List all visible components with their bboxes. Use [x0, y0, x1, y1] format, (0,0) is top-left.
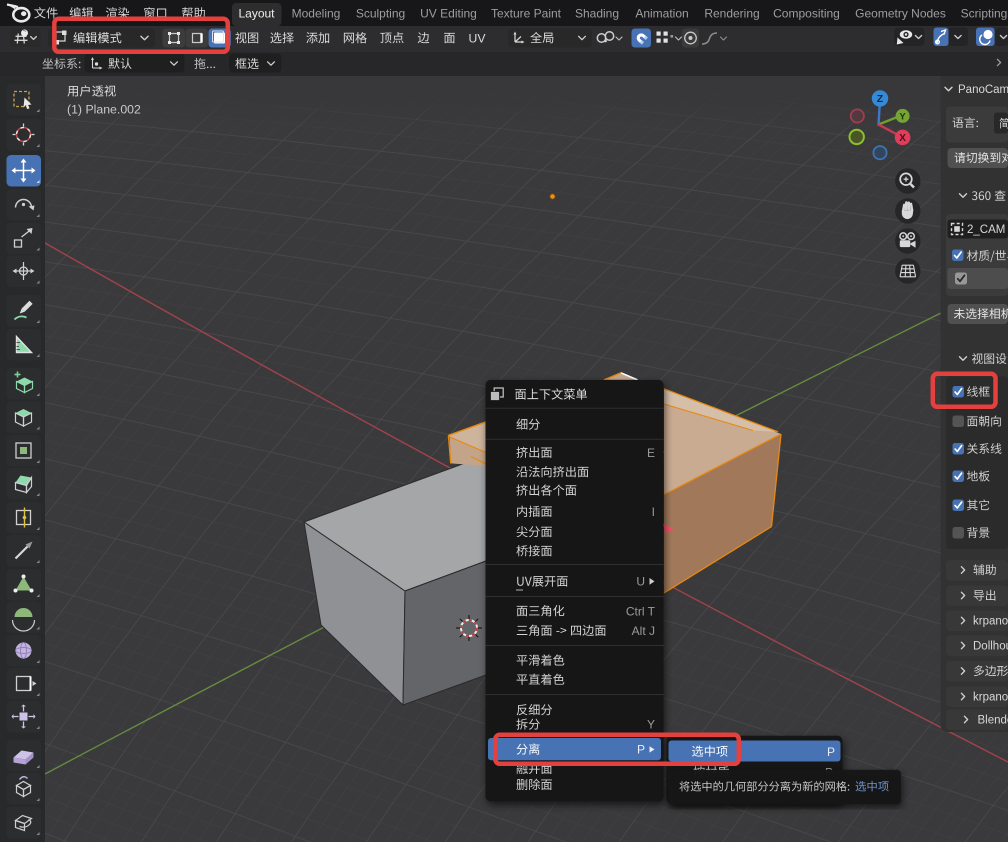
svg-text:Ctrl T: Ctrl T	[626, 604, 656, 618]
svg-text:Modeling: Modeling	[292, 7, 341, 21]
svg-text:(1) Plane.002: (1) Plane.002	[67, 103, 141, 117]
svg-text:X: X	[899, 133, 906, 144]
svg-text:Y: Y	[899, 112, 906, 123]
svg-text:Rendering: Rendering	[704, 7, 759, 21]
svg-text:E: E	[647, 446, 655, 460]
svg-text:Scripting: Scripting	[961, 7, 1008, 21]
svg-text:Sculpting: Sculpting	[356, 7, 405, 21]
svg-text:Texture Paint: Texture Paint	[491, 7, 562, 21]
svg-text:Y: Y	[647, 718, 655, 732]
svg-text:Geometry Nodes: Geometry Nodes	[855, 7, 946, 21]
svg-text:Z: Z	[877, 93, 884, 105]
svg-text:Compositing: Compositing	[773, 7, 840, 21]
svg-text:Dollhou: Dollhou	[973, 641, 1008, 653]
svg-text:Shading: Shading	[575, 7, 619, 21]
svg-text:P: P	[637, 743, 645, 757]
svg-text:Alt J: Alt J	[632, 624, 655, 638]
svg-text:PanoCama: PanoCama	[958, 84, 1008, 96]
svg-text:krpano: krpano	[973, 616, 1008, 628]
svg-text:Layout: Layout	[238, 7, 275, 21]
svg-text:2_CAM: 2_CAM	[967, 224, 1005, 236]
svg-text:P: P	[827, 745, 835, 759]
svg-text:krpano: krpano	[973, 692, 1008, 704]
svg-text:U: U	[636, 575, 645, 589]
svg-text:UV Editing: UV Editing	[420, 7, 477, 21]
svg-text:I: I	[652, 505, 655, 519]
svg-text:Blende: Blende	[978, 715, 1008, 727]
svg-text:Animation: Animation	[635, 7, 688, 21]
svg-text:UV: UV	[469, 31, 487, 45]
